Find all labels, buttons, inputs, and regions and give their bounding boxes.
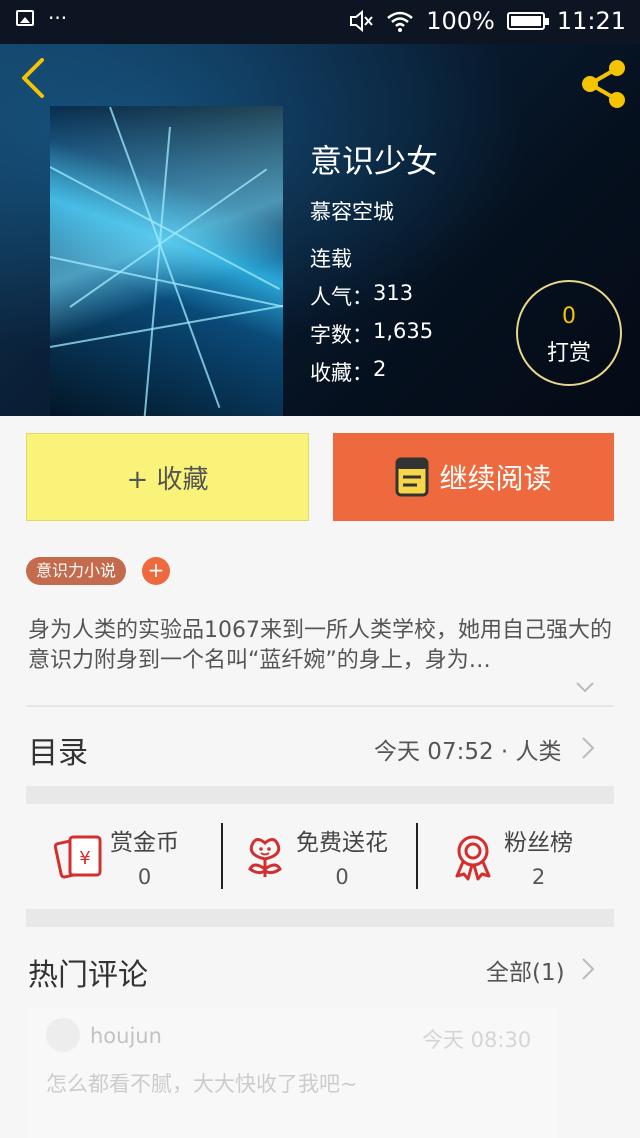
book-header: 意识少女 慕容空城 连载 人气： 313 字数： 1,635 收藏： 2 0 打赏 xyxy=(0,44,640,416)
fan-ranking-button[interactable]: 粉丝榜 2 xyxy=(448,823,573,889)
genre-tag[interactable]: 意识力小说 xyxy=(26,557,127,585)
back-arrow-icon[interactable] xyxy=(14,56,54,100)
vertical-divider xyxy=(416,823,418,889)
hot-comments-title: 热门评论 xyxy=(28,958,148,993)
catalog-title[interactable]: 目录 xyxy=(28,728,88,772)
reward-label: 粉丝榜 xyxy=(504,830,573,856)
clock: 11:21 xyxy=(556,7,626,35)
tip-count: 0 xyxy=(562,304,576,329)
chevron-right-icon[interactable] xyxy=(581,957,595,981)
book-description[interactable]: 身为人类的实验品1067来到一所人类学校，她用自己强大的意识力附身到一个名叫“蓝… xyxy=(28,616,616,676)
stat-value: 1,635 xyxy=(373,319,434,343)
section-separator xyxy=(26,786,614,804)
add-to-favorites-label: + 收藏 xyxy=(126,464,209,495)
image-notification-icon xyxy=(16,10,34,26)
reward-value: 2 xyxy=(531,865,546,889)
more-notifications-icon: ··· xyxy=(48,6,68,30)
battery-icon xyxy=(506,12,549,30)
flower-icon xyxy=(248,838,282,877)
free-flower-button[interactable]: 免费送花 0 xyxy=(240,823,388,889)
continue-reading-button[interactable]: 继续阅读 xyxy=(333,433,614,521)
red-envelope-coin-icon: ¥ xyxy=(54,835,102,879)
vertical-divider xyxy=(221,823,223,889)
share-icon[interactable] xyxy=(576,56,632,112)
chevron-right-icon[interactable] xyxy=(581,736,595,760)
reward-label: 免费送花 xyxy=(296,830,388,856)
svg-text:¥: ¥ xyxy=(79,848,90,869)
section-separator xyxy=(26,909,614,927)
reward-value: 0 xyxy=(335,865,349,889)
comment-card[interactable]: houjun 今天 08:30 怎么都看不腻，大大快收了我吧~ xyxy=(28,1008,558,1138)
comment-time: 今天 08:30 xyxy=(422,1028,532,1052)
stat-value: 2 xyxy=(373,357,387,381)
stat-popularity: 人气： 313 xyxy=(310,281,413,311)
divider xyxy=(26,705,614,707)
status-bar: ··· 100% 11:21 xyxy=(0,0,640,44)
stat-word-count: 字数： 1,635 xyxy=(310,319,433,349)
stat-value: 313 xyxy=(373,281,414,305)
stat-label: 人气： xyxy=(310,285,373,309)
reward-value: 0 xyxy=(137,865,152,889)
latest-chapter-info[interactable]: 今天 07:52 · 人类 xyxy=(374,732,562,766)
avatar[interactable] xyxy=(46,1018,80,1052)
stat-favorites: 收藏： 2 xyxy=(310,357,386,387)
book-author[interactable]: 慕容空城 xyxy=(310,196,394,226)
comment-username[interactable]: houjun xyxy=(90,1024,162,1048)
reward-label: 赏金币 xyxy=(110,830,179,856)
wifi-icon xyxy=(387,11,414,32)
tip-button[interactable]: 0 打赏 xyxy=(516,280,622,386)
book-icon xyxy=(395,457,429,497)
book-title: 意识少女 xyxy=(310,142,439,180)
medal-ribbon-icon xyxy=(455,835,491,881)
stat-label: 收藏： xyxy=(310,361,373,385)
battery-percent: 100% xyxy=(426,7,495,35)
mute-icon xyxy=(350,9,373,33)
reward-coins-button[interactable]: ¥ 赏金币 0 xyxy=(54,823,179,889)
expand-chevron-down-icon[interactable] xyxy=(575,680,595,694)
all-comments-link[interactable]: 全部(1) xyxy=(486,953,565,987)
continue-reading-label: 继续阅读 xyxy=(439,462,552,495)
add-to-favorites-button[interactable]: + 收藏 xyxy=(26,433,309,521)
book-cover-image[interactable] xyxy=(50,106,283,416)
tip-label: 打赏 xyxy=(546,341,591,366)
stat-label: 字数： xyxy=(310,323,373,347)
book-status: 连载 xyxy=(310,247,352,271)
add-tag-button[interactable]: + xyxy=(142,557,170,585)
comment-text: 怎么都看不腻，大大快收了我吧~ xyxy=(46,1072,358,1096)
